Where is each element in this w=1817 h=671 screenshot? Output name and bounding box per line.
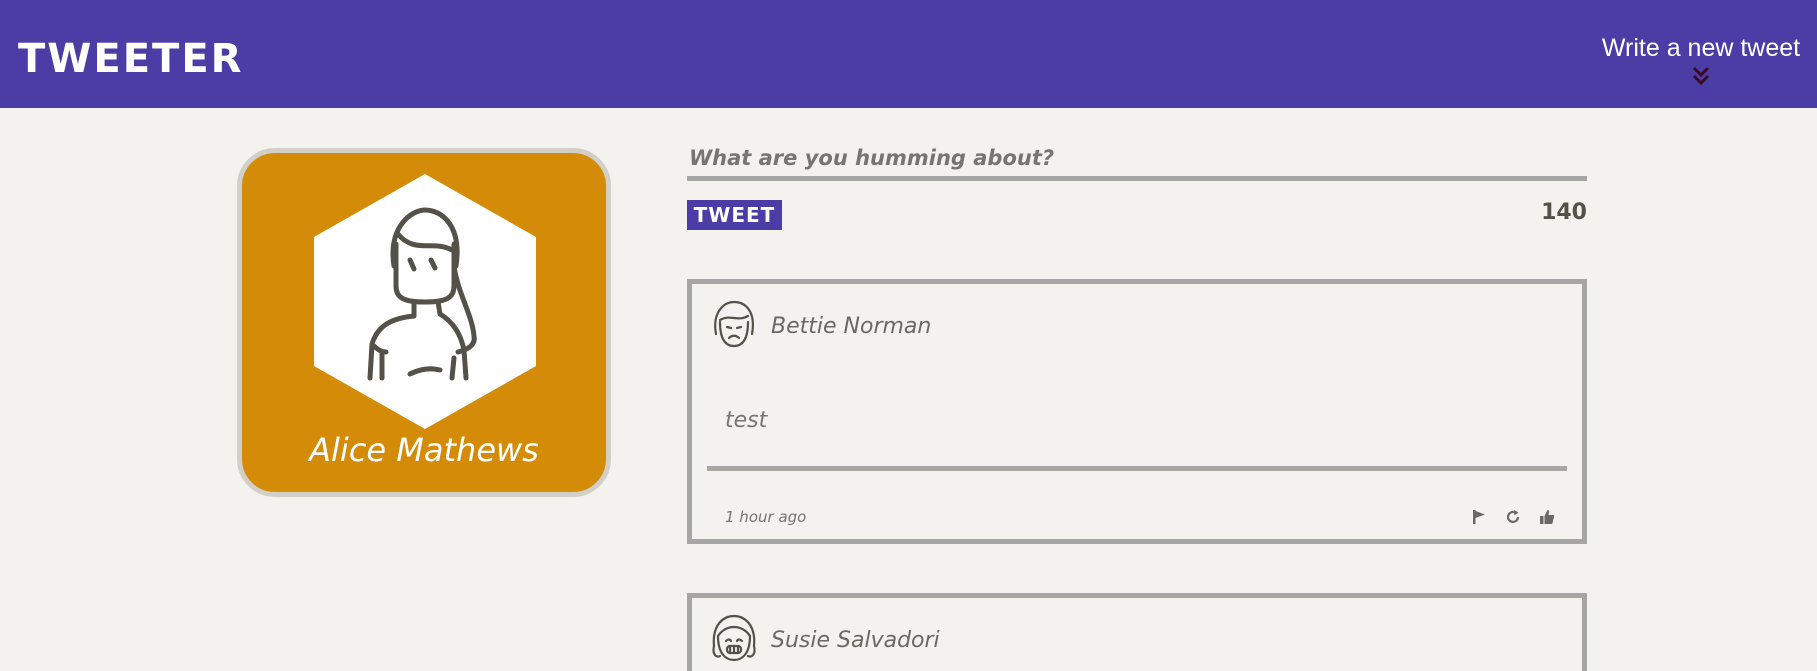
profile-name: Alice Mathews xyxy=(309,431,539,469)
tweet-card: Bettie Norman test 1 hour ago xyxy=(687,279,1587,544)
character-counter: 140 xyxy=(1541,200,1587,225)
tweet-submit-button[interactable]: TWEET xyxy=(687,200,782,230)
smiling-girl-avatar-icon xyxy=(712,614,756,662)
write-new-tweet-button[interactable]: Write a new tweet xyxy=(1601,34,1801,87)
tweet-composer: TWEET 140 xyxy=(687,139,1587,230)
profile-card: Alice Mathews xyxy=(237,148,611,497)
tweet-card: Susie Salvadori xyxy=(687,593,1587,671)
tweet-author[interactable]: Bettie Norman xyxy=(771,314,931,339)
navbar: TWEETER Write a new tweet xyxy=(0,0,1817,108)
like-icon[interactable] xyxy=(1538,508,1556,526)
retweet-icon[interactable] xyxy=(1504,508,1522,526)
tweet-timestamp: 1 hour ago xyxy=(725,508,807,526)
tweet-text: test xyxy=(725,408,768,433)
tweet-input[interactable] xyxy=(687,139,1587,181)
brand-logo[interactable]: TWEETER xyxy=(18,36,243,82)
sad-woman-avatar-icon xyxy=(714,300,754,348)
tweet-author[interactable]: Susie Salvadori xyxy=(771,628,940,653)
double-chevron-down-icon[interactable] xyxy=(1691,65,1711,87)
write-new-tweet-label: Write a new tweet xyxy=(1601,34,1801,62)
tweet-divider xyxy=(707,466,1567,471)
woman-avatar-icon xyxy=(314,174,536,429)
flag-icon[interactable] xyxy=(1470,508,1488,526)
tweet-actions xyxy=(1470,508,1556,526)
